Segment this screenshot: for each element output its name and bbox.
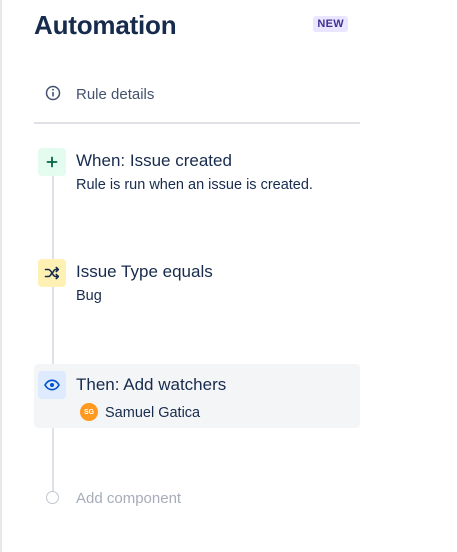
add-component-label: Add component [76, 490, 182, 507]
action-title: Then: Add watchers [76, 375, 227, 394]
panel-edge [0, 0, 2, 552]
condition-step[interactable]: Issue Type equals Bug [34, 259, 360, 315]
condition-icon-box [38, 259, 66, 287]
timeline-connector [52, 174, 54, 492]
page-title: Automation [34, 10, 177, 40]
condition-value: Bug [76, 288, 102, 304]
info-icon [45, 85, 61, 101]
rule-details-item[interactable]: Rule details [34, 80, 360, 110]
divider [34, 122, 360, 124]
trigger-description: Rule is run when an issue is created. [76, 177, 313, 193]
trigger-step[interactable]: When: Issue created Rule is run when an … [34, 148, 360, 204]
trigger-title: When: Issue created [76, 151, 232, 170]
add-component-button[interactable]: Add component [34, 486, 360, 510]
watcher-name: Samuel Gatica [105, 405, 201, 421]
rule-details-label: Rule details [76, 86, 155, 103]
action-icon-box [38, 371, 66, 399]
page-header: Automation NEW [34, 10, 360, 44]
avatar: SG [80, 403, 98, 421]
shuffle-icon [44, 266, 60, 280]
plus-icon [46, 156, 58, 168]
action-step[interactable]: Then: Add watchers SG Samuel Gatica [34, 364, 360, 428]
eye-icon [44, 379, 60, 391]
new-badge: NEW [313, 16, 348, 32]
condition-title: Issue Type equals [76, 262, 213, 281]
add-component-dot-icon [46, 491, 59, 504]
trigger-icon-box [38, 148, 66, 176]
